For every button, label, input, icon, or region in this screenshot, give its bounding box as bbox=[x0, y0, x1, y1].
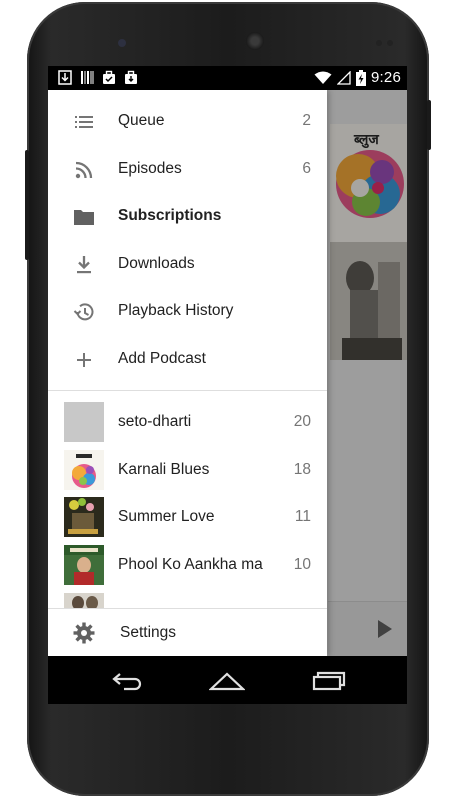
nav-item-label: Add Podcast bbox=[118, 350, 206, 367]
subscription-title: Karnali Blues bbox=[118, 461, 210, 478]
status-bar: 9:26 bbox=[48, 66, 407, 90]
power-button bbox=[427, 100, 431, 150]
podcast-cover-thumbnail bbox=[64, 450, 104, 490]
subscription-episode-count: 18 bbox=[293, 461, 311, 478]
gear-icon bbox=[73, 622, 95, 644]
nav-item-subscriptions[interactable]: Subscriptions bbox=[48, 193, 327, 240]
front-camera bbox=[118, 39, 126, 47]
divider bbox=[48, 390, 327, 391]
subscription-item-partial[interactable] bbox=[48, 590, 327, 608]
podcast-cover-thumbnail bbox=[64, 593, 104, 608]
subscription-item-summer-love[interactable]: Summer Love 11 bbox=[48, 494, 327, 541]
home-icon[interactable] bbox=[209, 668, 245, 692]
recent-apps-icon[interactable] bbox=[310, 668, 346, 692]
nav-item-playback-history[interactable]: Playback History bbox=[48, 288, 327, 335]
subscription-title: seto-dharti bbox=[118, 413, 192, 430]
subscription-episode-count: 10 bbox=[293, 556, 311, 573]
clock: 9:26 bbox=[371, 69, 401, 86]
folder-icon bbox=[74, 210, 94, 225]
nav-item-label: Episodes bbox=[118, 160, 182, 177]
signal-icon bbox=[337, 70, 351, 85]
nav-item-label: Queue bbox=[118, 112, 165, 129]
rss-feed-icon bbox=[75, 161, 93, 179]
nav-item-count: 6 bbox=[302, 160, 311, 177]
proximity-sensor bbox=[376, 40, 382, 46]
podcast-cover-thumbnail bbox=[64, 545, 104, 585]
nav-item-count: 2 bbox=[302, 112, 311, 129]
subscription-episode-count: 11 bbox=[294, 508, 311, 525]
settings-label: Settings bbox=[120, 624, 177, 641]
briefcase-icon bbox=[103, 70, 115, 84]
nav-item-episodes[interactable]: Episodes 6 bbox=[48, 146, 327, 193]
system-navigation-bar bbox=[48, 656, 407, 704]
subscription-item-seto-dharti[interactable]: seto-dharti 20 bbox=[48, 399, 327, 446]
nav-item-queue[interactable]: Queue 2 bbox=[48, 98, 327, 145]
barcode-icon bbox=[81, 71, 94, 84]
wifi-icon bbox=[314, 71, 332, 84]
podcast-cover-thumbnail bbox=[64, 497, 104, 537]
nav-item-add-podcast[interactable]: Add Podcast bbox=[48, 336, 327, 383]
subscription-item-karnali-blues[interactable]: Karnali Blues 18 bbox=[48, 447, 327, 494]
subscription-title: Summer Love bbox=[118, 508, 215, 525]
nav-item-downloads[interactable]: Downloads bbox=[48, 241, 327, 288]
subscription-episode-count: 20 bbox=[293, 413, 311, 430]
history-icon bbox=[73, 303, 94, 321]
plus-icon bbox=[77, 353, 91, 367]
podcast-cover-thumbnail bbox=[64, 402, 104, 442]
settings-button[interactable]: Settings bbox=[48, 608, 327, 656]
briefcase-download-icon bbox=[125, 70, 137, 84]
nav-item-label: Playback History bbox=[118, 302, 234, 319]
download-icon bbox=[77, 256, 91, 274]
screen: 9:26 ब्लुज Queue 2 Episodes 6 Subscripti… bbox=[48, 66, 407, 656]
navigation-drawer: Queue 2 Episodes 6 Subscriptions Downloa… bbox=[48, 90, 327, 656]
nav-item-label: Subscriptions bbox=[118, 207, 222, 224]
light-sensor bbox=[387, 40, 393, 46]
battery-charging-icon bbox=[356, 69, 366, 86]
back-icon[interactable] bbox=[110, 668, 146, 692]
subscription-title: Phool Ko Aankha ma bbox=[118, 556, 263, 573]
nav-item-label: Downloads bbox=[118, 255, 195, 272]
volume-button bbox=[25, 150, 29, 260]
download-icon bbox=[58, 70, 72, 85]
earpiece-speaker bbox=[246, 32, 264, 50]
subscription-item-phool-ko-aankha-ma[interactable]: Phool Ko Aankha ma 10 bbox=[48, 542, 327, 589]
queue-list-icon bbox=[75, 116, 93, 128]
